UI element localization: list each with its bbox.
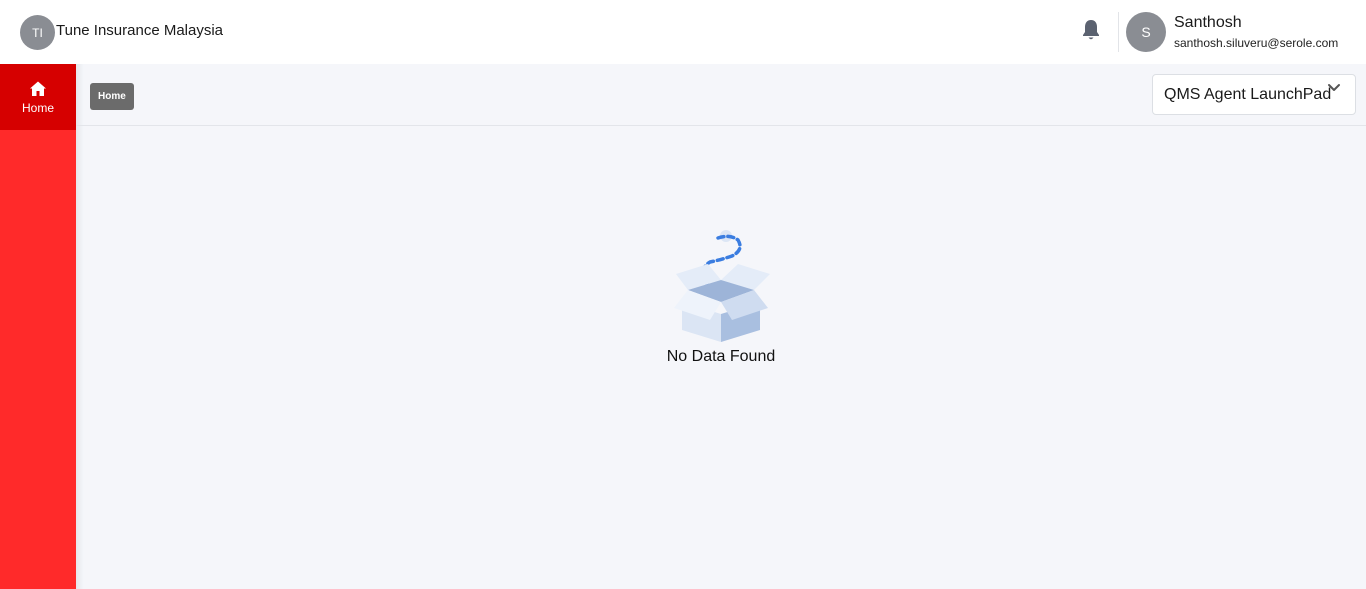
empty-box-icon bbox=[674, 230, 770, 342]
sidebar: Home bbox=[0, 64, 76, 589]
breadcrumb[interactable]: Home bbox=[90, 83, 134, 110]
chevron-down-icon bbox=[1328, 84, 1340, 91]
sidebar-item-home[interactable]: Home bbox=[0, 64, 76, 130]
app-selector-value: QMS Agent LaunchPad bbox=[1164, 86, 1332, 103]
top-header: TI Tune Insurance Malaysia S Santhosh sa… bbox=[0, 0, 1366, 64]
empty-state: No Data Found bbox=[640, 224, 802, 374]
sidebar-item-label: Home bbox=[21, 100, 54, 115]
user-email: santhosh.siluveru@serole.com bbox=[1174, 36, 1339, 50]
sidebar-shadow bbox=[76, 64, 84, 589]
org-name: Tune Insurance Malaysia bbox=[56, 22, 224, 39]
home-icon bbox=[30, 81, 46, 96]
sub-header: Home QMS Agent LaunchPad bbox=[76, 64, 1366, 126]
header-divider bbox=[1118, 12, 1119, 52]
empty-state-message: No Data Found bbox=[666, 348, 776, 365]
bell-icon[interactable] bbox=[1080, 18, 1102, 42]
user-avatar[interactable]: S bbox=[1126, 12, 1166, 52]
user-name: Santhosh bbox=[1174, 14, 1242, 31]
app-selector-dropdown[interactable]: QMS Agent LaunchPad bbox=[1152, 74, 1356, 115]
org-avatar: TI bbox=[20, 15, 55, 50]
